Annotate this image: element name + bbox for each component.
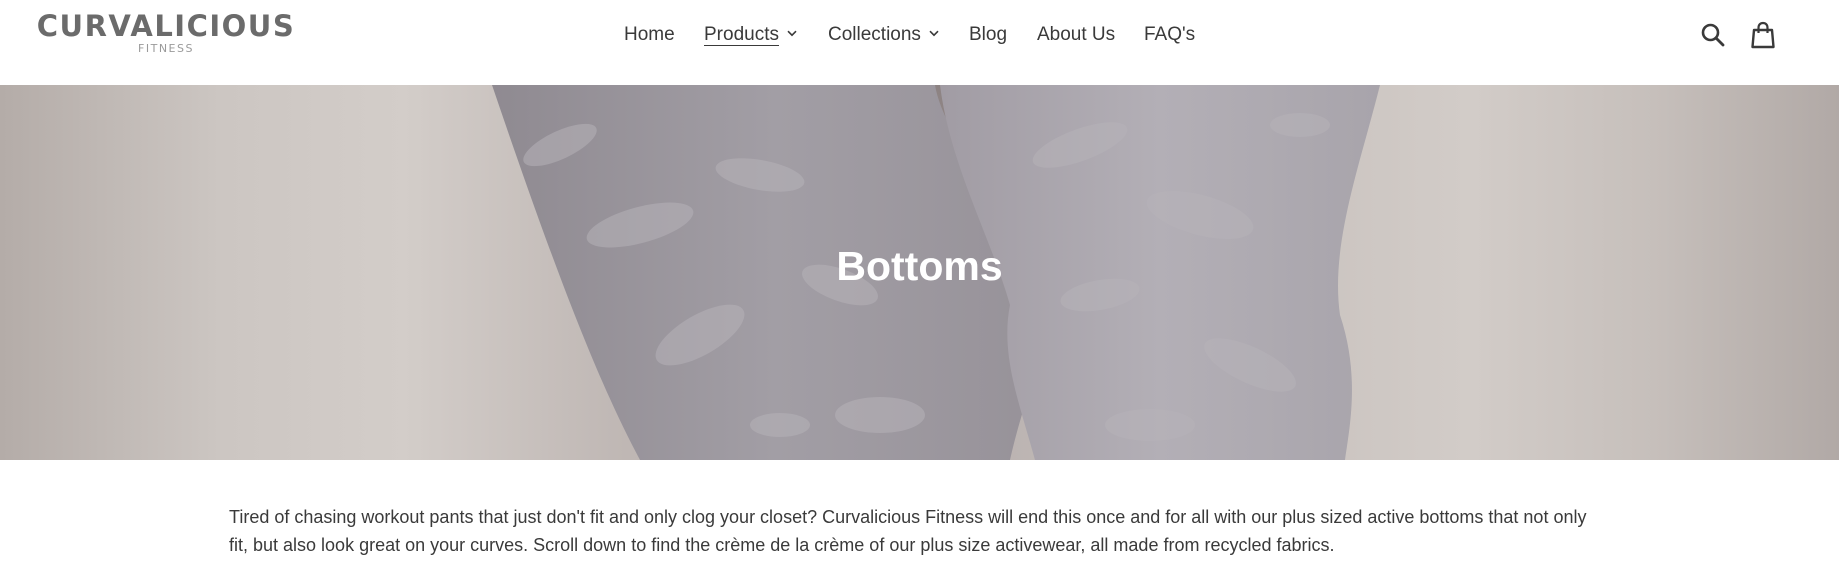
nav-item-blog[interactable]: Blog	[969, 22, 1007, 48]
nav-item-label: Home	[624, 24, 675, 45]
site-header: CURVALICIOUS FITNESS Home Products Colle…	[0, 0, 1839, 85]
nav-item-about-us[interactable]: About Us	[1037, 22, 1115, 48]
nav-item-faqs[interactable]: FAQ's	[1144, 22, 1195, 48]
collection-title: Bottoms	[836, 243, 1003, 289]
chevron-down-icon	[787, 30, 797, 37]
chevron-down-icon	[929, 30, 939, 37]
nav-item-collections[interactable]: Collections	[828, 22, 939, 48]
nav-item-home[interactable]: Home	[624, 22, 675, 48]
search-icon	[1701, 23, 1725, 47]
collection-description: Tired of chasing workout pants that just…	[229, 507, 1587, 555]
nav-item-label: Products	[704, 24, 779, 46]
search-button[interactable]	[1698, 20, 1728, 50]
main-nav: Home Products Collections Blog About Us …	[0, 22, 1839, 48]
nav-item-label: About Us	[1037, 24, 1116, 45]
nav-item-products[interactable]: Products	[704, 22, 797, 48]
nav-item-label: Blog	[969, 24, 1008, 45]
nav-item-label: FAQ's	[1144, 24, 1196, 45]
collection-hero: Bottoms	[0, 85, 1839, 460]
nav-item-label: Collections	[828, 24, 921, 45]
cart-button[interactable]	[1748, 20, 1778, 50]
cart-icon	[1751, 21, 1775, 49]
